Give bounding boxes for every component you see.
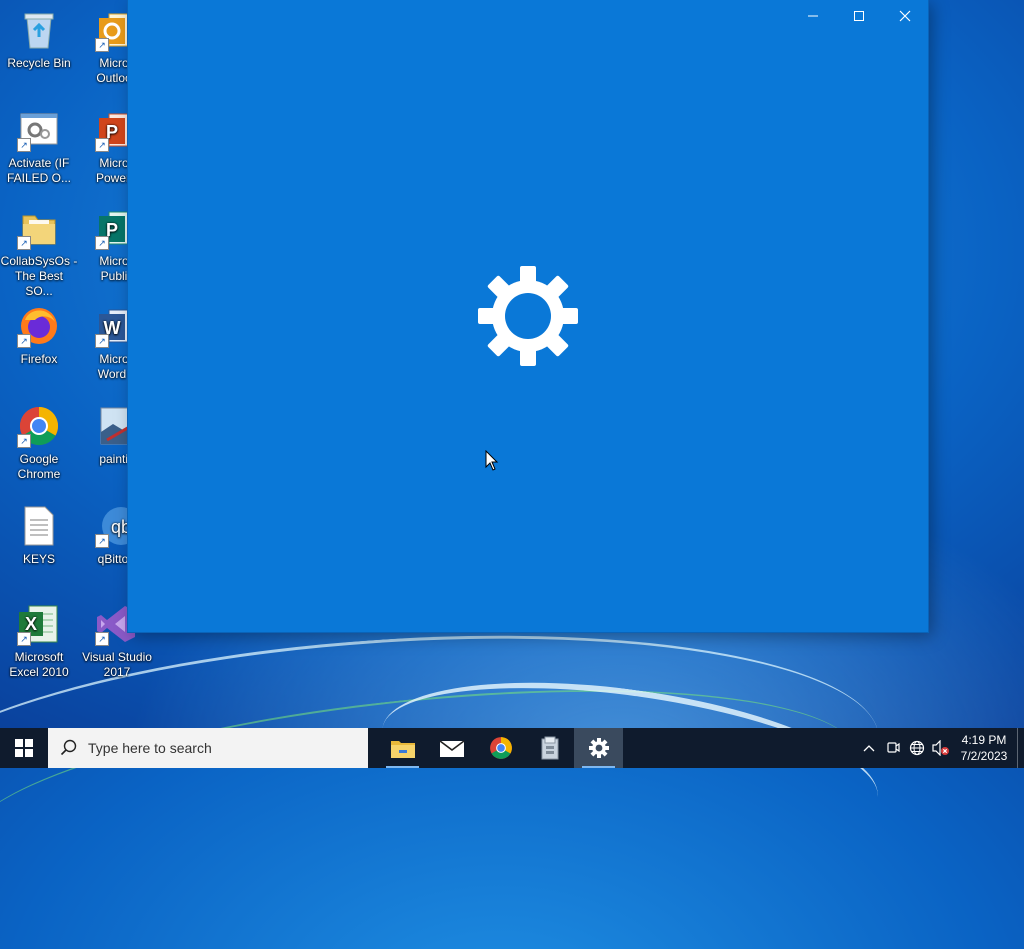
desktop-icon-activate[interactable]: ↗ Activate (IF FAILED O... bbox=[0, 108, 78, 186]
wallpaper-streak bbox=[0, 653, 869, 949]
desktop-icon-excel[interactable]: X ↗ Microsoft Excel 2010 bbox=[0, 602, 78, 680]
maximize-icon bbox=[854, 11, 864, 21]
shortcut-arrow-icon: ↗ bbox=[95, 38, 109, 52]
taskbar-app-chrome[interactable] bbox=[476, 728, 525, 768]
volume-button[interactable] bbox=[929, 728, 953, 768]
desktop-icon-label: Firefox bbox=[20, 352, 58, 366]
taskbar-app-file-explorer[interactable] bbox=[378, 728, 427, 768]
activate-icon: ↗ bbox=[17, 108, 61, 152]
clock-date: 7/2/2023 bbox=[960, 749, 1008, 763]
minimize-button[interactable] bbox=[790, 0, 836, 32]
window-controls bbox=[790, 0, 928, 32]
taskbar-app-archive[interactable] bbox=[525, 728, 574, 768]
desktop-icon-keys[interactable]: KEYS bbox=[0, 504, 78, 567]
desktop-icon-label: Recycle Bin bbox=[7, 56, 71, 70]
recycle-bin-icon bbox=[17, 8, 61, 52]
taskbar-clock[interactable]: 4:19 PM 7/2/2023 bbox=[953, 732, 1015, 764]
taskbar-app-mail[interactable] bbox=[427, 728, 476, 768]
folder-icon: ↗ bbox=[17, 206, 61, 250]
shortcut-arrow-icon: ↗ bbox=[17, 236, 31, 250]
shortcut-arrow-icon: ↗ bbox=[95, 236, 109, 250]
close-button[interactable] bbox=[882, 0, 928, 32]
minimize-icon bbox=[808, 15, 818, 17]
show-hidden-icons-button[interactable] bbox=[857, 728, 881, 768]
desktop-icon-label: CollabSysOs - The Best SO... bbox=[0, 254, 78, 298]
desktop-icon-label: Microsoft Excel 2010 bbox=[9, 650, 69, 679]
desktop-icon-google-chrome[interactable]: ↗ Google Chrome bbox=[0, 404, 78, 482]
taskbar-app-settings[interactable] bbox=[574, 728, 623, 768]
clock-time: 4:19 PM bbox=[961, 733, 1007, 747]
taskbar: Type here to search 4:19 PM 7/2/2023 bbox=[0, 728, 1024, 768]
system-tray: 4:19 PM 7/2/2023 bbox=[857, 728, 1024, 768]
shortcut-arrow-icon: ↗ bbox=[95, 334, 109, 348]
taskbar-search-box[interactable]: Type here to search bbox=[48, 728, 368, 768]
mail-icon bbox=[439, 740, 464, 757]
meet-now-button[interactable] bbox=[881, 728, 905, 768]
mouse-cursor-icon bbox=[485, 449, 499, 477]
shortcut-arrow-icon: ↗ bbox=[17, 334, 31, 348]
shortcut-arrow-icon: ↗ bbox=[17, 138, 31, 152]
shortcut-arrow-icon: ↗ bbox=[17, 632, 31, 646]
maximize-button[interactable] bbox=[836, 0, 882, 32]
shortcut-arrow-icon: ↗ bbox=[17, 434, 31, 448]
start-button[interactable] bbox=[0, 728, 48, 768]
file-explorer-icon bbox=[390, 741, 415, 758]
volume-muted-icon bbox=[932, 740, 949, 756]
show-desktop-button[interactable] bbox=[1017, 728, 1024, 768]
close-icon bbox=[899, 10, 911, 22]
chrome-icon bbox=[489, 737, 512, 759]
search-icon bbox=[60, 739, 77, 756]
network-icon bbox=[909, 740, 925, 756]
firefox-icon: ↗ bbox=[17, 304, 61, 348]
svg-text:X: X bbox=[25, 614, 37, 634]
network-button[interactable] bbox=[905, 728, 929, 768]
windows-logo-icon bbox=[15, 739, 33, 757]
chevron-up-icon bbox=[863, 745, 875, 752]
settings-splash-gear-icon bbox=[478, 266, 578, 366]
excel-icon: X ↗ bbox=[17, 602, 61, 646]
desktop-icon-firefox[interactable]: ↗ Firefox bbox=[0, 304, 78, 367]
search-placeholder: Type here to search bbox=[88, 740, 212, 756]
meet-now-icon bbox=[887, 742, 900, 753]
desktop-icon-label: Activate (IF FAILED O... bbox=[6, 156, 72, 185]
settings-window[interactable] bbox=[128, 0, 928, 632]
desktop-icon-collabsysos[interactable]: ↗ CollabSysOs - The Best SO... bbox=[0, 206, 78, 299]
text-file-icon bbox=[17, 504, 61, 548]
desktop-icon-recycle-bin[interactable]: Recycle Bin bbox=[0, 8, 78, 71]
shortcut-arrow-icon: ↗ bbox=[95, 138, 109, 152]
desktop-icon-label: Google Chrome bbox=[17, 452, 61, 481]
desktop-icon-label: KEYS bbox=[22, 552, 55, 566]
shortcut-arrow-icon: ↗ bbox=[95, 534, 109, 548]
gear-icon bbox=[588, 738, 609, 758]
archive-icon bbox=[541, 736, 558, 760]
chrome-icon: ↗ bbox=[17, 404, 61, 448]
desktop-icon-label: Visual Studio 2017 bbox=[82, 650, 152, 679]
shortcut-arrow-icon: ↗ bbox=[95, 632, 109, 646]
